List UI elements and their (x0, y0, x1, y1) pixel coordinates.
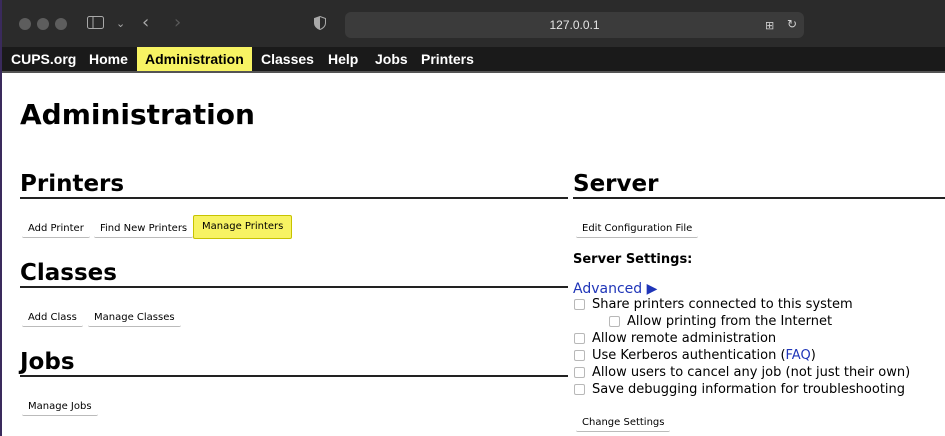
debug-logging-option: Save debugging information for troublesh… (574, 382, 905, 397)
cancel-any-job-option: Allow users to cancel any job (not just … (574, 365, 910, 380)
kerberos-checkbox[interactable] (574, 350, 585, 361)
kerberos-label-close: ) (810, 348, 816, 363)
remote-admin-label: Allow remote administration (592, 331, 777, 346)
allow-internet-checkbox[interactable] (609, 316, 620, 327)
manage-jobs-button[interactable]: Manage Jobs (22, 399, 98, 416)
add-class-button[interactable]: Add Class (22, 310, 83, 327)
manage-classes-button[interactable]: Manage Classes (88, 310, 181, 327)
url-text[interactable]: 127.0.0.1 (345, 18, 804, 32)
translate-icon[interactable]: ⊞ (765, 18, 774, 33)
change-settings-button[interactable]: Change Settings (576, 415, 671, 432)
nav-home[interactable]: Home (81, 47, 136, 71)
find-new-printers-button[interactable]: Find New Printers (94, 221, 194, 238)
zoom-window-dot[interactable] (55, 18, 67, 30)
sidebar-icon[interactable] (87, 16, 104, 32)
printers-heading: Printers (20, 171, 568, 199)
debug-logging-checkbox[interactable] (574, 384, 585, 395)
nav-help[interactable]: Help (320, 47, 366, 71)
manage-printers-button[interactable]: Manage Printers (193, 215, 293, 239)
edit-configuration-file-button[interactable]: Edit Configuration File (576, 221, 699, 238)
shield-icon[interactable] (314, 15, 326, 33)
share-printers-label: Share printers connected to this system (592, 297, 853, 312)
advanced-toggle[interactable]: Advanced ▶ (573, 281, 657, 297)
reload-icon[interactable]: ↻ (787, 17, 797, 32)
nav-printers[interactable]: Printers (413, 47, 482, 71)
address-bar[interactable]: 127.0.0.1 ⊞ ↻ (345, 12, 804, 38)
server-settings-label: Server Settings: (573, 252, 693, 267)
browser-window: ⌄ ‹ › 127.0.0.1 ⊞ ↻ CUPS.org Home Admini… (2, 0, 945, 436)
debug-logging-label: Save debugging information for troublesh… (592, 382, 906, 397)
kerberos-label: Use Kerberos authentication ( (592, 348, 786, 363)
share-printers-checkbox[interactable] (574, 299, 585, 310)
forward-icon[interactable]: › (174, 14, 181, 32)
chevron-down-icon[interactable]: ⌄ (116, 16, 125, 31)
page-title: Administration (20, 98, 255, 131)
cancel-any-job-label: Allow users to cancel any job (not just … (592, 365, 911, 380)
cups-navbar: CUPS.org Home Administration Classes Hel… (2, 47, 945, 73)
nav-cups-org[interactable]: CUPS.org (3, 47, 84, 71)
classes-heading: Classes (20, 260, 568, 288)
allow-internet-option: Allow printing from the Internet (609, 314, 832, 329)
add-printer-button[interactable]: Add Printer (22, 221, 90, 238)
jobs-heading: Jobs (20, 349, 568, 377)
faq-link[interactable]: FAQ (786, 348, 811, 363)
kerberos-option: Use Kerberos authentication (FAQ) (574, 348, 816, 363)
share-printers-option: Share printers connected to this system (574, 297, 853, 312)
cancel-any-job-checkbox[interactable] (574, 367, 585, 378)
remote-admin-option: Allow remote administration (574, 331, 776, 346)
nav-classes[interactable]: Classes (253, 47, 322, 71)
close-window-dot[interactable] (19, 18, 31, 30)
browser-titlebar: ⌄ ‹ › 127.0.0.1 ⊞ ↻ (2, 0, 945, 47)
back-icon[interactable]: ‹ (142, 14, 149, 32)
nav-administration[interactable]: Administration (137, 47, 252, 71)
remote-admin-checkbox[interactable] (574, 333, 585, 344)
minimize-window-dot[interactable] (37, 18, 49, 30)
allow-internet-label: Allow printing from the Internet (627, 314, 833, 329)
server-heading: Server (573, 171, 945, 199)
nav-jobs[interactable]: Jobs (367, 47, 416, 71)
